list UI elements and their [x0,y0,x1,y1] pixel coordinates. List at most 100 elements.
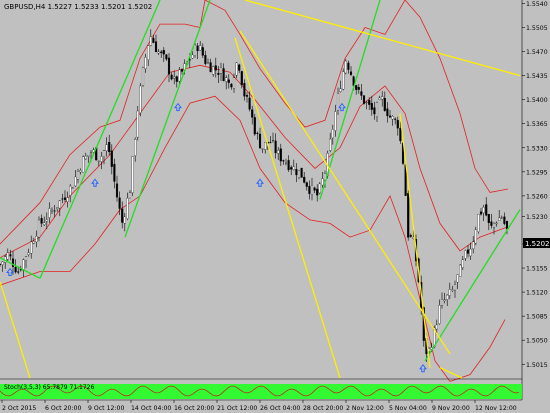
candle-body [500,217,503,219]
candle-body [308,186,311,194]
candle-body [199,45,202,51]
candle-body [82,156,85,173]
candle-body [131,156,134,193]
candle-body [274,140,277,154]
candle-body [344,60,347,74]
candle-body [485,204,488,216]
candle-body [178,69,181,82]
candle-body [282,160,285,162]
candle-body [264,142,267,150]
candle-body [141,67,145,86]
candle-body [474,229,477,244]
candle-body [40,218,43,224]
price-tick-label: 1.5120 [526,290,548,297]
candle-body [167,57,171,75]
time-tick-label: 6 Oct 20:00 [45,405,81,412]
candle-body [180,69,184,72]
time-tick-label: 9 Oct 12:00 [88,405,124,412]
candle-body [279,148,282,162]
trading-chart[interactable]: GBPUSD,H4 1.5227 1.5233 1.5201 1.5202 1.… [0,0,550,413]
price-tick-label: 1.5470 [526,49,548,56]
time-tick-label: 21 Oct 12:00 [217,405,257,412]
candle-body [245,95,249,97]
candle-body [271,140,275,142]
candle-body [360,91,363,96]
time-tick-label: 2 Oct 2015 [2,405,36,412]
candle-body [290,167,293,170]
candle-body [310,185,314,196]
candle-body [209,62,212,73]
price-tick-label: 1.5050 [526,338,548,345]
candle-body [477,214,480,232]
candle-body [466,249,470,254]
candle-body [349,71,353,75]
price-tick-label: 1.5260 [526,193,548,200]
candle-body [30,241,33,254]
candle-body [399,128,402,142]
candle-body [113,163,116,182]
candle-body [193,44,197,56]
candle-body [105,144,108,152]
candle-body [152,37,155,43]
candle-body [165,54,168,60]
candle-body [84,155,87,160]
candle-body [295,169,298,176]
candle-body [261,148,264,150]
candle-body [240,71,243,86]
candle-body [214,65,217,71]
candle-body [217,72,220,75]
candle-body [495,222,498,225]
candle-body [69,185,72,196]
candle-body [206,62,210,64]
candle-body [115,183,119,198]
candle-body [230,83,233,88]
candle-body [409,235,412,237]
candle-body [505,221,509,230]
candle-body [269,142,272,144]
candle-body [232,77,236,89]
candle-body [100,156,103,162]
candle-body [58,200,61,209]
candle-body [386,108,389,117]
candle-body [318,183,321,194]
candle-body [126,198,129,219]
candle-body [162,50,165,55]
candle-body [407,193,410,238]
candle-body [490,221,493,226]
candle-body [464,250,467,259]
candle-body [136,110,139,138]
time-tick-label: 5 Nov 04:00 [389,405,427,412]
chart-background [0,0,550,413]
candle-body [440,298,444,306]
candle-body [45,219,48,222]
price-tick-label: 1.5540 [526,1,548,8]
candle-body [225,77,228,82]
candle-body [446,294,449,300]
candle-body [74,176,77,187]
current-price-marker: 1.5202 [523,238,550,248]
candle-body [89,152,93,155]
candle-body [6,252,9,260]
candle-body [196,45,199,52]
candle-body [469,248,472,257]
time-tick-label: 16 Oct 20:00 [174,405,214,412]
candle-body [321,178,324,186]
candle-body [173,76,176,79]
candle-body [357,87,360,90]
candle-body [14,267,17,273]
candle-body [48,208,51,218]
candle-body [175,76,178,82]
candle-body [139,85,142,113]
candle-body [61,198,64,200]
indicator-info: Stoch(3,5,3) 65.7879 71.1726 [4,384,95,391]
candle-body [222,68,225,82]
candle-body [503,216,506,224]
price-tick-label: 1.5400 [526,97,548,104]
candle-body [121,208,124,223]
candle-body [443,299,446,302]
time-tick-label: 26 Oct 04:00 [260,405,300,412]
symbol-info: GBPUSD,H4 1.5227 1.5233 1.5201 1.5202 [4,3,152,11]
candle-body [243,83,246,97]
candle-body [134,139,137,156]
candle-body [128,192,132,199]
